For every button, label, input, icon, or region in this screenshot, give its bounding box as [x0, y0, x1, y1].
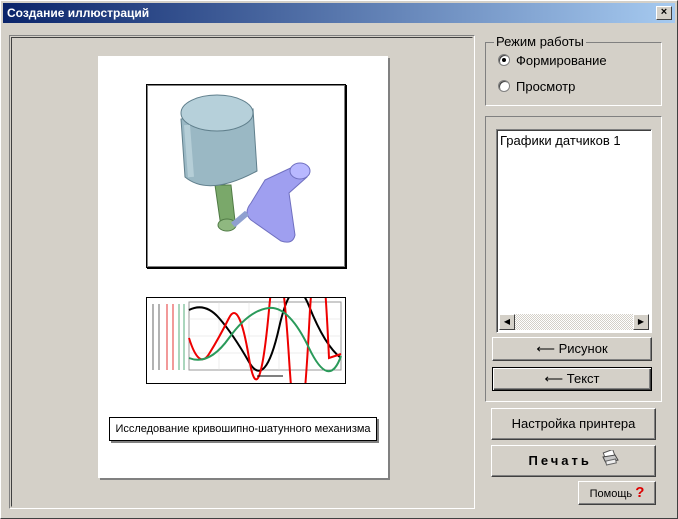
page-preview: Исследование кривошипно-шатунного механи… [98, 56, 388, 478]
scroll-right-button[interactable]: ▶ [633, 314, 649, 330]
add-picture-label: ⟵ Рисунок [536, 341, 608, 356]
radio-view[interactable] [498, 80, 510, 92]
print-button[interactable]: Печать [491, 445, 656, 477]
mode-option-view-label: Просмотр [516, 78, 576, 94]
illustrations-window: Создание иллюстраций × Исследование крив… [0, 0, 678, 519]
help-label: Помощь [589, 488, 633, 500]
printer-setup-label: Настройка принтера [511, 416, 636, 431]
print-label: Печать [528, 453, 592, 468]
close-icon: × [660, 6, 668, 18]
caption-text: Исследование кривошипно-шатунного механи… [115, 423, 371, 435]
radio-form[interactable] [498, 54, 510, 66]
close-button[interactable]: × [656, 6, 672, 20]
printer-icon [601, 447, 619, 476]
add-text-label: ⟵ Текст [544, 371, 600, 386]
list-item[interactable]: Графики датчиков 1 [500, 133, 621, 148]
window-title: Создание иллюстраций [7, 6, 150, 20]
horizontal-scrollbar[interactable]: ◀ ▶ [499, 314, 649, 330]
help-button[interactable]: Помощь ? [578, 481, 656, 505]
illustration-list[interactable]: Графики датчиков 1 ◀ ▶ [496, 129, 652, 333]
mode-option-form[interactable]: Формирование [498, 51, 607, 69]
mode-option-form-label: Формирование [516, 52, 607, 68]
sensor-chart-image [147, 240, 345, 431]
add-picture-button[interactable]: ⟵ Рисунок [492, 337, 652, 361]
printer-setup-button[interactable]: Настройка принтера [491, 408, 656, 440]
mode-legend: Режим работы [494, 34, 586, 49]
figure-caption[interactable]: Исследование кривошипно-шатунного механи… [109, 417, 377, 441]
mode-group: Режим работы Формирование Просмотр [485, 34, 662, 106]
sensor-chart-figure[interactable] [146, 240, 346, 431]
question-mark-icon: ? [635, 484, 645, 501]
preview-panel: Исследование кривошипно-шатунного механи… [9, 35, 475, 509]
crank-mechanism-image [180, 94, 311, 243]
mechanism-3d-figure[interactable] [146, 84, 346, 268]
mode-option-view[interactable]: Просмотр [498, 77, 575, 95]
list-panel: Графики датчиков 1 ◀ ▶ ⟵ Рисунок ⟵ Текст [485, 116, 662, 402]
add-text-button[interactable]: ⟵ Текст [492, 367, 652, 391]
arrow-right-icon: ▶ [637, 317, 645, 326]
arrow-left-icon: ◀ [503, 317, 511, 326]
title-bar: Создание иллюстраций × [3, 3, 675, 23]
scroll-left-button[interactable]: ◀ [499, 314, 515, 330]
